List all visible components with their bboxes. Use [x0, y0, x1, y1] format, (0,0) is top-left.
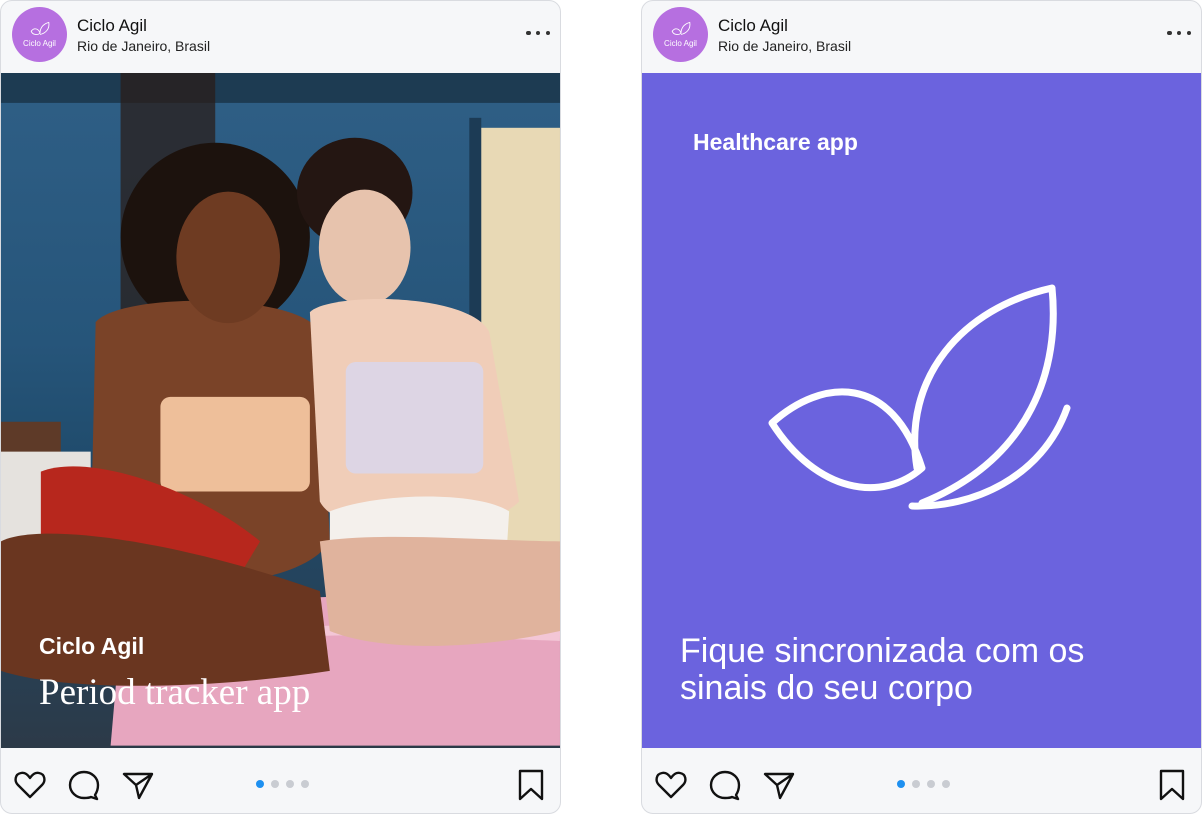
butterfly-logo-icon	[30, 21, 49, 35]
more-icon	[526, 30, 531, 36]
carousel-dot[interactable]	[301, 780, 309, 788]
post-image[interactable]: Healthcare app Fique sincronizada com os…	[642, 73, 1201, 748]
slide-headline: Fique sincronizada com os sinais do seu …	[680, 632, 1085, 707]
carousel-dot[interactable]	[912, 780, 920, 788]
action-bar	[642, 748, 1201, 813]
post-image[interactable]: Ciclo Agil Period tracker app	[1, 73, 560, 748]
carousel-dot[interactable]	[942, 780, 950, 788]
post-card: Ciclo Agil Ciclo Agil Rio de Janeiro, Br…	[0, 0, 561, 814]
account-name[interactable]: Ciclo Agil	[77, 16, 147, 36]
post-card: Ciclo Agil Ciclo Agil Rio de Janeiro, Br…	[641, 0, 1202, 814]
account-location[interactable]: Rio de Janeiro, Brasil	[77, 38, 210, 54]
avatar-label: Ciclo Agil	[664, 39, 697, 48]
more-options-button[interactable]	[526, 23, 550, 43]
carousel-dot[interactable]	[897, 780, 905, 788]
carousel-dot[interactable]	[271, 780, 279, 788]
heart-icon[interactable]	[654, 768, 688, 802]
bookmark-icon[interactable]	[1155, 768, 1189, 802]
send-icon[interactable]	[762, 768, 796, 802]
overlay-tagline: Period tracker app	[39, 672, 311, 713]
avatar[interactable]: Ciclo Agil	[12, 7, 67, 62]
avatar-label: Ciclo Agil	[23, 39, 56, 48]
butterfly-logo-icon	[768, 284, 1071, 510]
overlay-brand-title: Ciclo Agil	[39, 633, 145, 659]
bookmark-icon[interactable]	[514, 768, 548, 802]
slide-kicker: Healthcare app	[693, 129, 858, 155]
send-icon[interactable]	[121, 768, 155, 802]
carousel-dot[interactable]	[256, 780, 264, 788]
carousel-indicator	[256, 780, 309, 788]
account-location[interactable]: Rio de Janeiro, Brasil	[718, 38, 851, 54]
comment-icon[interactable]	[708, 768, 742, 802]
avatar[interactable]: Ciclo Agil	[653, 7, 708, 62]
account-name[interactable]: Ciclo Agil	[718, 16, 788, 36]
carousel-indicator	[897, 780, 950, 788]
more-icon	[1167, 30, 1172, 36]
promo-slide: Healthcare app Fique sincronizada com os…	[642, 73, 1201, 748]
post-header: Ciclo Agil Ciclo Agil Rio de Janeiro, Br…	[1, 1, 560, 73]
carousel-dot[interactable]	[286, 780, 294, 788]
carousel-dot[interactable]	[927, 780, 935, 788]
butterfly-logo-icon	[671, 21, 690, 35]
heart-icon[interactable]	[13, 768, 47, 802]
post-header: Ciclo Agil Ciclo Agil Rio de Janeiro, Br…	[642, 1, 1201, 73]
comment-icon[interactable]	[67, 768, 101, 802]
more-options-button[interactable]	[1167, 23, 1191, 43]
action-bar	[1, 748, 560, 813]
